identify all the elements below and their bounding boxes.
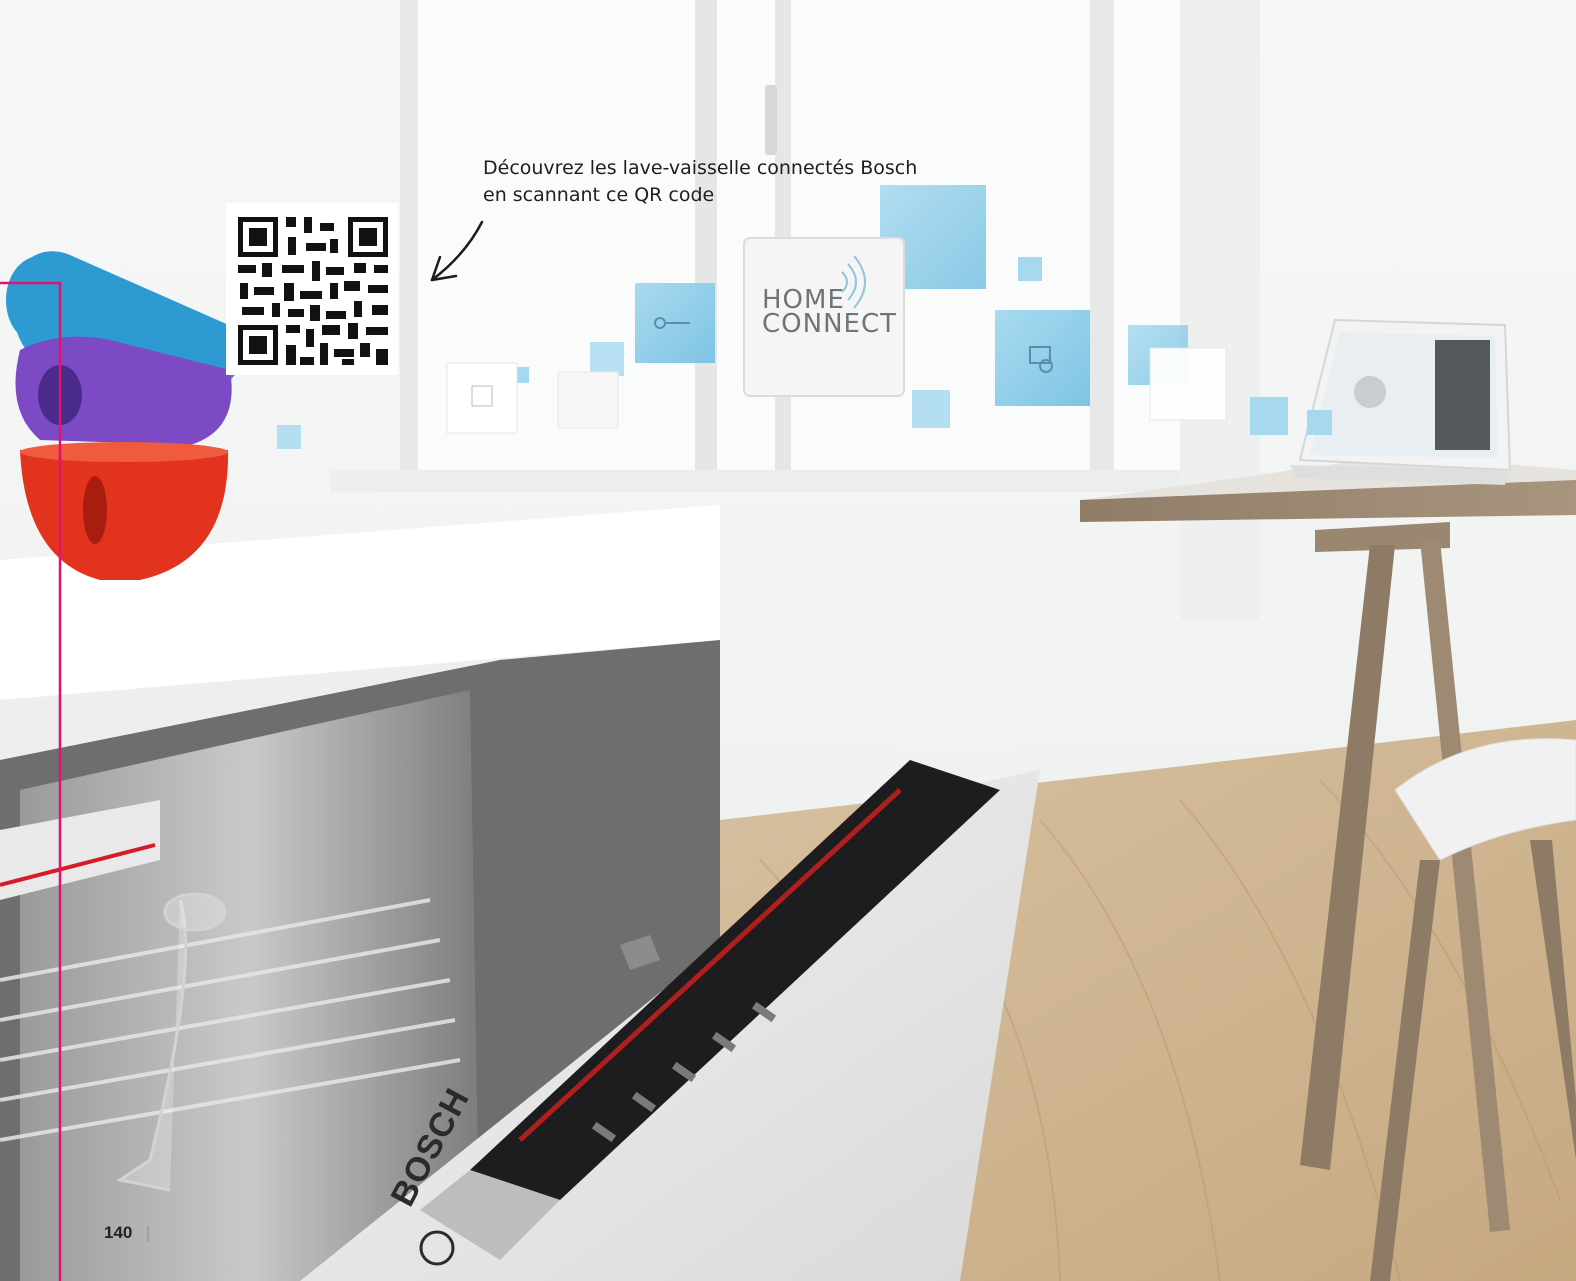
- qr-caption: Découvrez les lave-vaisselle connectés B…: [483, 155, 1003, 209]
- page-number: 140: [104, 1223, 133, 1242]
- home-connect-logo: Home connect: [762, 287, 902, 339]
- qr-caption-line-2: en scannant ce QR code: [483, 184, 715, 206]
- qr-code[interactable]: [226, 203, 398, 375]
- qr-code-pattern: [238, 217, 388, 365]
- page-number-separator: |: [146, 1223, 151, 1242]
- home-connect-logo-line-2: connect: [762, 309, 897, 339]
- qr-caption-line-1: Découvrez les lave-vaisselle connectés B…: [483, 157, 918, 179]
